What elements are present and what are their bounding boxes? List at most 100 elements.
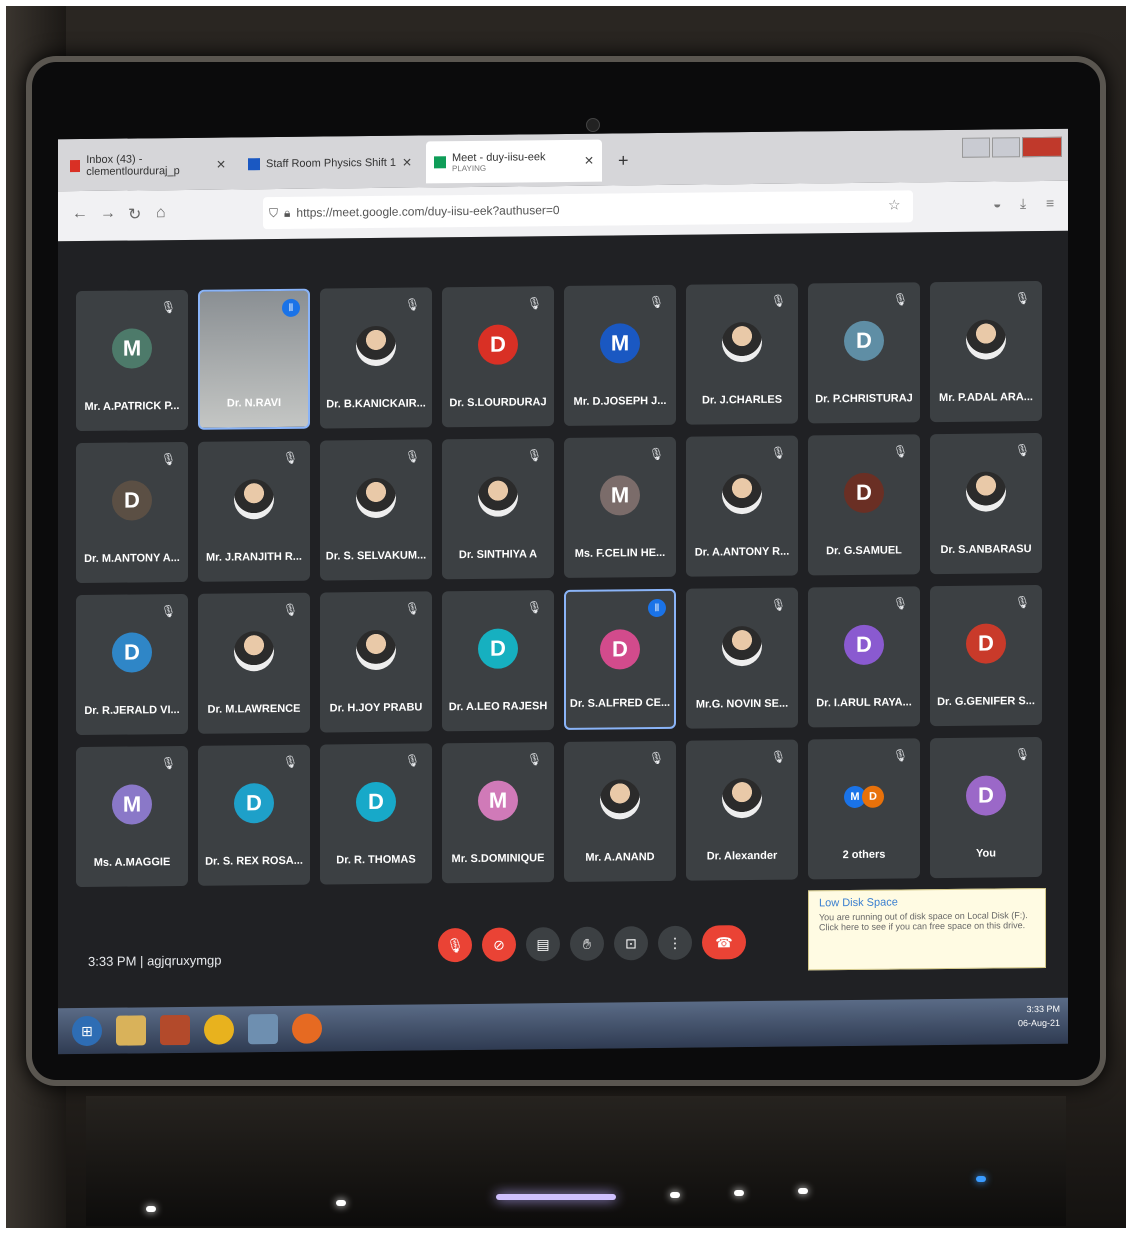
avatar: D [844,624,884,666]
forward-arrow-icon[interactable]: → [100,205,116,223]
tab-label: Inbox (43) - clementlourduraj_p [86,153,180,178]
notification-body: You are running out of disk space on Loc… [819,910,1028,933]
avatar [234,479,274,520]
participant-name: Mr. J.RANJITH R... [206,550,302,564]
camera-toggle-button[interactable]: ⊘ [482,927,516,962]
participant-tile[interactable]: 🎙︎ M Mr. D.JOSEPH J... [564,284,676,426]
mic-off-icon: 🎙︎ [160,604,176,619]
laptop-screen: Inbox (43) - clementlourduraj_p ✕ Staff … [58,128,1068,1055]
more-icon: ⋮ [668,934,682,951]
participant-name: Mr. D.JOSEPH J... [573,394,667,408]
participant-tile[interactable]: ⦀ Dr. N.RAVI [198,288,310,430]
avatar [600,779,640,820]
participant-tile[interactable]: 🎙︎ M Mr. A.PATRICK P... [76,289,188,432]
participant-tile[interactable]: 🎙︎ Dr. H.JOY PRABU [320,591,432,733]
minimize-button[interactable] [962,137,990,158]
more-options-button[interactable]: ⋮ [658,925,692,961]
participant-tile[interactable]: 🎙︎ Dr. SINTHIYA A [442,438,554,580]
present-button[interactable]: ⊡ [614,926,648,961]
participant-tile[interactable]: 🎙︎ Dr. Alexander [686,739,798,881]
participant-tile[interactable]: 🎙︎ M Mr. S.DOMINIQUE [442,742,554,884]
participant-tile[interactable]: 🎙︎ Dr. S.ANBARASU [930,432,1042,575]
raise-hand-button[interactable]: ✋︎ [570,926,604,961]
mic-off-icon: 🎙︎ [1014,747,1030,762]
home-icon[interactable]: ⌂ [156,204,166,222]
participant-tile[interactable]: 🎙︎ Dr. B.KANICKAIR... [320,287,432,429]
participant-tile[interactable]: 🎙︎ D Dr. I.ARUL RAYA... [808,586,920,728]
participant-tile[interactable]: 🎙︎ Dr. J.CHARLES [686,283,798,425]
app-icon[interactable] [248,1013,278,1045]
mic-off-icon: 🎙︎ [526,752,542,767]
participant-tile[interactable]: 🎙︎ Dr. M.LAWRENCE [198,592,310,734]
participant-tile[interactable]: 🎙︎ M Ms. A.MAGGIE [76,745,188,888]
mic-off-icon: 🎙︎ [1014,443,1030,458]
system-tray[interactable]: 3:33 PM 06-Aug-21 [1018,1002,1060,1030]
participant-tile[interactable]: 🎙︎ M D 2 others [808,738,920,880]
tab-staff-room[interactable]: Staff Room Physics Shift 1 ✕ [240,141,420,185]
file-explorer-icon[interactable] [116,1015,146,1046]
participant-tile[interactable]: 🎙︎ D Dr. S. REX ROSA... [198,744,310,886]
pocket-icon[interactable]: ◒ [993,195,1001,211]
participant-name: Dr. I.ARUL RAYA... [816,696,912,710]
participant-tile[interactable]: 🎙︎ D Dr. R. THOMAS [320,743,432,885]
mic-off-icon: 🎙︎ [282,602,298,617]
avatar [722,625,762,667]
participant-tile[interactable]: 🎙︎ D Dr. A.LEO RAJESH [442,590,554,732]
new-tab-button[interactable]: + [610,139,640,181]
participant-tile[interactable]: 🎙︎ D Dr. M.ANTONY A... [76,441,188,584]
avatar: D [112,632,152,673]
participant-tile[interactable]: 🎙︎ D Dr. P.CHRISTURAJ [808,282,920,424]
participant-tile[interactable]: ⦀ D Dr. S.ALFRED CE... [564,588,676,730]
webcam [586,118,600,132]
laptop-keyboard-edge [86,1096,1066,1226]
low-disk-notification[interactable]: Low Disk Space You are running out of di… [808,887,1046,971]
avatar: D [966,623,1006,664]
participant-name: Dr. SINTHIYA A [458,548,538,562]
participant-name: Dr. R.JERALD VI... [84,704,180,718]
participant-tile[interactable]: 🎙︎ D Dr. S.LOURDURAJ [442,286,554,428]
participant-tile[interactable]: 🎙︎ Dr. A.ANTONY R... [686,435,798,577]
mic-off-icon: 🎙︎ [404,601,420,616]
back-arrow-icon[interactable]: ← [72,205,88,223]
maximize-button[interactable] [992,137,1020,158]
tab-inbox[interactable]: Inbox (43) - clementlourduraj_p ✕ [62,143,234,187]
download-icon[interactable]: ⤓ [1020,195,1026,212]
tray-time: 3:33 PM [1026,1003,1060,1015]
participant-tile[interactable]: 🎙︎ D Dr. G.SAMUEL [808,434,920,576]
participant-name: Dr. S. REX ROSA... [205,854,303,868]
mic-toggle-button[interactable]: 🎙︎ [438,927,472,963]
mic-off-icon: 🎙︎ [892,596,908,611]
meet-footer: 3:33 PM | agjqruxymgp 🎙︎ ⊘ ▤ ✋︎ ⊡ ⋮ ☎︎ L… [58,887,1068,1009]
menu-icon[interactable]: ≡ [1046,195,1054,211]
start-button[interactable]: ⊞ [72,1015,102,1047]
tab-label-wrap: Meet - duy-iisu-eek PLAYING [452,151,546,173]
firefox-icon[interactable] [292,1013,322,1044]
participant-tile[interactable]: 🎙︎ D You [930,736,1042,879]
tab-meet[interactable]: Meet - duy-iisu-eek PLAYING ✕ [426,139,602,184]
participant-tile[interactable]: 🎙︎ Dr. S. SELVAKUM... [320,439,432,581]
participant-tile[interactable]: 🎙︎ Mr.G. NOVIN SE... [686,587,798,729]
participant-tile[interactable]: 🎙︎ D Dr. G.GENIFER S... [930,584,1042,727]
participant-name: Dr. P.CHRISTURAJ [815,392,913,406]
bookmark-star-icon[interactable]: ☆ [888,196,901,213]
participant-tile[interactable]: 🎙︎ Mr. P.ADAL ARA... [930,280,1042,423]
participant-tile[interactable]: 🎙︎ D Dr. R.JERALD VI... [76,593,188,736]
reload-icon[interactable]: ↻ [128,204,141,224]
office-icon[interactable] [160,1014,190,1046]
participant-tile[interactable]: 🎙︎ Mr. J.RANJITH R... [198,440,310,582]
window-close-button[interactable] [1022,136,1062,158]
close-icon[interactable]: ✕ [216,158,226,172]
participant-name: Dr. N.RAVI [226,396,282,410]
leave-call-button[interactable]: ☎︎ [702,925,746,960]
chrome-icon[interactable] [204,1014,234,1045]
address-bar[interactable]: ⛉ 🔒︎ https://meet.google.com/duy-iisu-ee… [263,190,913,230]
close-icon[interactable]: ✕ [402,156,412,170]
mic-off-icon: 🎙︎ [526,600,542,615]
close-icon[interactable]: ✕ [584,154,594,168]
classroom-icon [248,158,260,171]
keyboard-led [734,1190,744,1196]
captions-button[interactable]: ▤ [526,927,560,962]
mic-off-icon: 🎙︎ [160,452,176,467]
participant-tile[interactable]: 🎙︎ M Ms. F.CELIN HE... [564,436,676,578]
participant-tile[interactable]: 🎙︎ Mr. A.ANAND [564,740,676,882]
